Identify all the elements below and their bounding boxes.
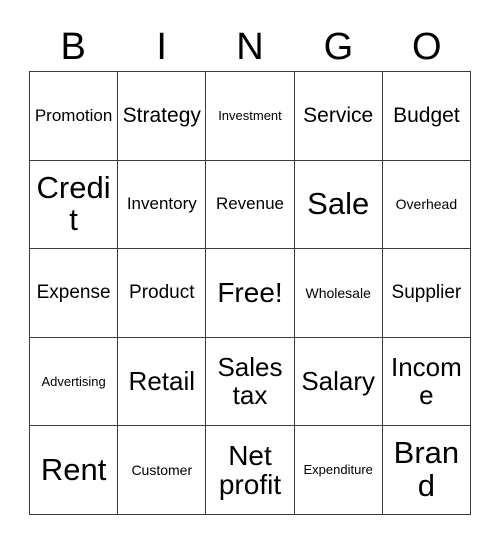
bingo-cell-label: Sales tax (217, 352, 283, 410)
bingo-cell-label: Advertising (41, 373, 106, 389)
bingo-cell[interactable]: Inventory (118, 160, 207, 250)
bingo-cell[interactable]: Expense (30, 249, 119, 338)
bingo-cell-label: Expenditure (303, 462, 373, 478)
bingo-cell[interactable]: Rent (30, 426, 119, 515)
bingo-cell-label: Credit (36, 169, 111, 238)
bingo-header: B I N G O (29, 22, 471, 71)
bingo-cell-label: Retail (128, 365, 196, 396)
bingo-cell-label: Income (390, 352, 462, 410)
bingo-cell[interactable]: Expenditure (294, 426, 383, 515)
header-letter-i: I (156, 25, 167, 68)
bingo-cell-label: Investment (218, 107, 282, 123)
bingo-cell-label: Expense (36, 281, 111, 303)
bingo-cell[interactable]: Promotion (30, 72, 119, 161)
bingo-cell[interactable]: Wholesale (294, 249, 383, 338)
bingo-cell-label: Supplier (391, 281, 462, 303)
header-letter-o: O (412, 25, 442, 68)
bingo-cell[interactable]: Strategy (118, 72, 207, 161)
bingo-cell[interactable]: Advertising (30, 337, 119, 427)
bingo-cell[interactable]: Income (382, 337, 471, 427)
bingo-cell[interactable]: Overhead (382, 160, 471, 250)
bingo-cell[interactable]: Credit (30, 160, 119, 250)
bingo-cell[interactable]: Revenue (206, 160, 295, 250)
bingo-cell[interactable]: Retail (118, 337, 207, 427)
bingo-cell-label: Customer (131, 461, 193, 478)
bingo-cell-label: Overhead (395, 195, 458, 212)
header-letter-n: N (236, 25, 264, 68)
bingo-cell-label: Strategy (122, 103, 201, 127)
bingo-cell[interactable]: Customer (118, 426, 207, 515)
header-letter-g: G (323, 25, 354, 68)
bingo-cell-label: Wholesale (305, 284, 371, 301)
bingo-cell-label: Salary (301, 365, 376, 396)
bingo-cell-label: Product (129, 281, 195, 303)
bingo-cell-label: Brand (393, 435, 460, 504)
bingo-cell-label: Service (303, 103, 374, 127)
bingo-cell[interactable]: Sale (294, 160, 383, 250)
bingo-cell[interactable]: Budget (382, 72, 471, 161)
bingo-cell-label: Budget (393, 103, 460, 127)
bingo-card: B I N G O Promotion Strategy Investment … (0, 0, 500, 544)
bingo-cell[interactable]: Investment (206, 72, 295, 161)
bingo-cell-label: Free! (217, 277, 283, 309)
bingo-cell[interactable]: Salary (294, 337, 383, 427)
bingo-cell-label: Sale (307, 185, 370, 221)
bingo-cell[interactable]: Service (294, 72, 383, 161)
bingo-cell-label: Rent (40, 451, 107, 487)
bingo-cell-label: Inventory (126, 194, 197, 214)
bingo-cell-label: Net profit (218, 439, 282, 501)
bingo-cell[interactable]: Brand (382, 426, 471, 515)
bingo-cell-free[interactable]: Free! (206, 249, 295, 338)
bingo-cell[interactable]: Product (118, 249, 207, 338)
header-letter-b: B (60, 25, 86, 68)
bingo-cell[interactable]: Net profit (206, 426, 295, 515)
bingo-cell-label: Revenue (215, 194, 285, 214)
bingo-cell[interactable]: Supplier (382, 249, 471, 338)
bingo-cell-label: Promotion (34, 105, 113, 125)
bingo-grid: Promotion Strategy Investment Service Bu… (29, 71, 471, 515)
bingo-cell[interactable]: Sales tax (206, 337, 295, 427)
